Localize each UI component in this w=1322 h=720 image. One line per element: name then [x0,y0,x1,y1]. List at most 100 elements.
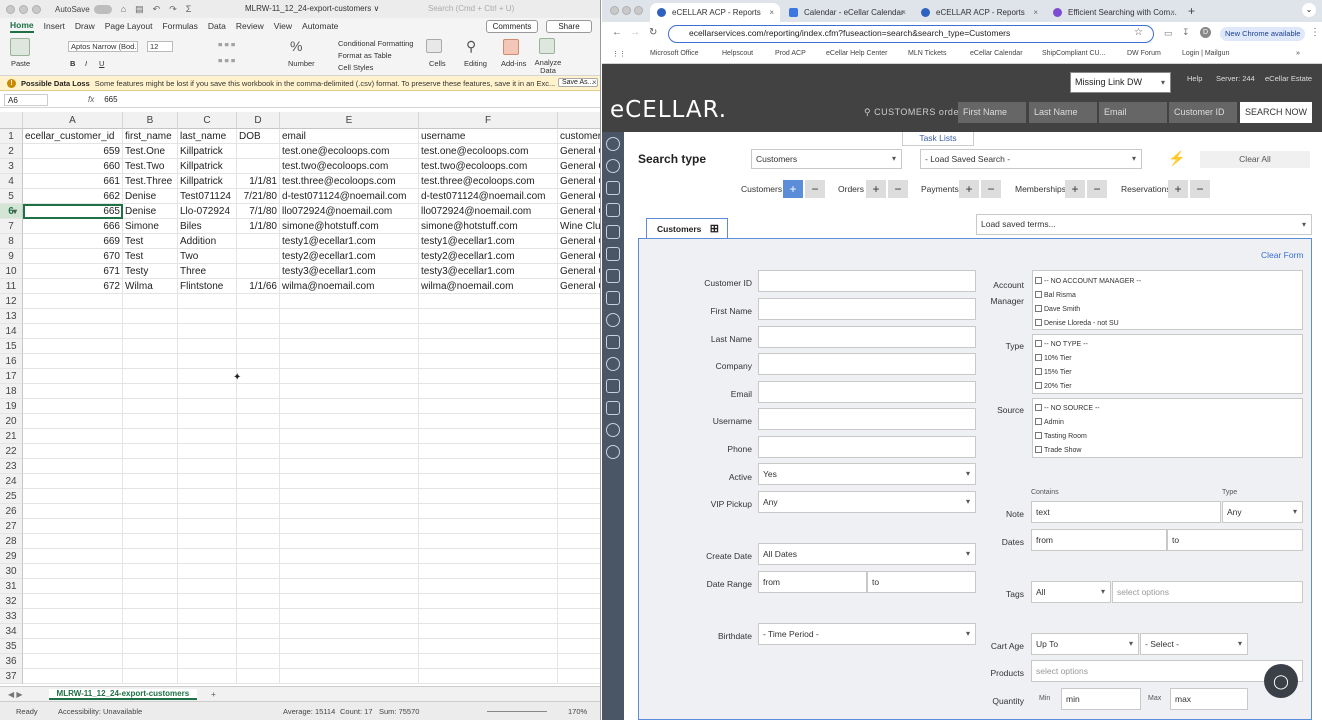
table-cell[interactable]: test.one@ecoloops.com [419,144,558,159]
close-tab-icon[interactable]: × [1033,3,1038,22]
table-cell[interactable] [23,609,123,624]
table-cell[interactable] [280,294,419,309]
table-cell[interactable] [237,234,280,249]
table-cell[interactable] [419,414,558,429]
row-header[interactable]: 10 [0,264,23,279]
security-icon[interactable] [606,335,620,349]
table-cell[interactable] [558,519,600,534]
table-cell[interactable] [237,144,280,159]
table-cell[interactable] [419,354,558,369]
analyze-data-icon[interactable] [539,38,555,54]
table-cell[interactable] [23,489,123,504]
table-cell[interactable]: testy3@ecellar1.com [419,264,558,279]
bookmark-dw-forum[interactable]: DW Forum [1127,50,1161,57]
new-tab-button[interactable]: + [1188,4,1195,18]
row-header[interactable]: 11 [0,279,23,294]
row-header[interactable]: 31 [0,579,23,594]
table-cell[interactable]: 666 [23,219,123,234]
row-header[interactable]: 9 [0,249,23,264]
first-name-search-input[interactable]: First Name [958,102,1026,123]
table-cell[interactable]: 661 [23,174,123,189]
row-header[interactable]: 15 [0,339,23,354]
quantity-min-input[interactable]: min [1061,688,1141,710]
first-name-input[interactable] [758,298,976,320]
table-cell[interactable]: Test.Two [123,159,178,174]
excel-search-input[interactable]: Search (Cmd + Ctrl + U) [428,4,546,15]
row-header[interactable]: 27 [0,519,23,534]
row-header[interactable]: 16 [0,354,23,369]
checkbox-no-account-manager[interactable]: -- NO ACCOUNT MANAGER -- [1035,277,1141,285]
task-lists-tab[interactable]: Task Lists [902,132,974,146]
table-cell[interactable] [558,294,600,309]
header-cell[interactable]: email [280,129,419,144]
table-cell[interactable]: Killpatrick [178,159,237,174]
table-cell[interactable] [558,459,600,474]
table-cell[interactable] [280,519,419,534]
table-cell[interactable] [123,399,178,414]
table-cell[interactable] [23,339,123,354]
add-reservations-filter-button[interactable]: + [1168,180,1188,198]
remove-memberships-filter-button[interactable]: − [1087,180,1107,198]
table-cell[interactable]: 7/21/80 [237,189,280,204]
comments-button[interactable]: Comments [486,20,538,33]
table-cell[interactable] [178,669,237,684]
quantity-max-input[interactable]: max [1170,688,1248,710]
table-cell[interactable] [178,309,237,324]
table-cell[interactable]: Biles [178,219,237,234]
close-tab-icon[interactable]: × [901,3,906,22]
table-cell[interactable] [237,414,280,429]
table-cell[interactable]: 672 [23,279,123,294]
table-cell[interactable] [123,444,178,459]
table-cell[interactable] [419,459,558,474]
table-cell[interactable] [419,534,558,549]
browser-tab-efficient-searching[interactable]: Efficient Searching with Com... × [1046,3,1181,22]
table-cell[interactable]: 660 [23,159,123,174]
table-cell[interactable] [558,639,600,654]
table-cell[interactable] [23,549,123,564]
table-cell[interactable] [123,594,178,609]
checkbox-no-type[interactable]: -- NO TYPE -- [1035,340,1088,348]
table-cell[interactable] [123,654,178,669]
row-header[interactable]: 35 [0,639,23,654]
active-select[interactable]: Yes [758,463,976,485]
last-name-input[interactable] [758,326,976,348]
table-cell[interactable] [237,654,280,669]
table-cell[interactable] [23,519,123,534]
save-icon[interactable]: ▤ [135,4,144,15]
header-cell[interactable]: username [419,129,558,144]
remove-customers-filter-button[interactable]: − [805,180,825,198]
table-cell[interactable] [558,369,600,384]
users-icon[interactable] [606,423,620,437]
header-cell[interactable]: customer [558,129,600,144]
help-link[interactable]: Help [1187,74,1202,83]
row-header[interactable]: 30 [0,564,23,579]
orders-icon[interactable] [606,203,620,217]
table-cell[interactable] [280,459,419,474]
table-cell[interactable] [178,549,237,564]
bookmark-shipcompliant[interactable]: ShipCompliant CU... [1042,50,1105,57]
table-cell[interactable] [558,489,600,504]
name-box[interactable]: A6 [4,93,48,106]
table-cell[interactable] [23,354,123,369]
table-cell[interactable]: General C [558,159,600,174]
tab-formulas[interactable]: Formulas [162,21,197,31]
note-input[interactable]: text [1031,501,1221,523]
products-options-input[interactable]: select options [1031,660,1303,682]
table-cell[interactable] [419,594,558,609]
table-cell[interactable] [419,294,558,309]
tab-page-layout[interactable]: Page Layout [105,21,153,31]
table-cell[interactable] [178,609,237,624]
italic-button[interactable]: I [85,59,87,68]
checkbox-bal-risma[interactable]: Bal Risma [1035,291,1076,299]
expand-sidebar-icon[interactable] [606,137,620,151]
row-header[interactable]: 24 [0,474,23,489]
table-cell[interactable]: 1/1/81 [237,174,280,189]
table-cell[interactable] [23,324,123,339]
table-cell[interactable] [558,474,600,489]
cart-age-select[interactable]: Up To [1031,633,1139,655]
table-cell[interactable] [23,639,123,654]
row-header[interactable]: 37 [0,669,23,684]
table-cell[interactable] [237,444,280,459]
customers-icon[interactable] [606,181,620,195]
table-cell[interactable]: Test.Three [123,174,178,189]
